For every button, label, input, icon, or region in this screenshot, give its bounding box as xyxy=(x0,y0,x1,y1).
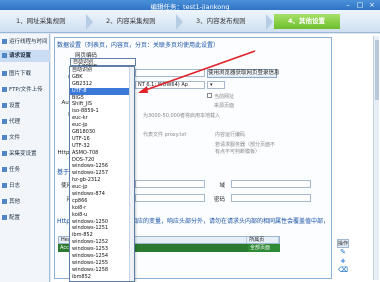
encoding-option[interactable]: GB18030 xyxy=(70,129,134,136)
sidebar-item-other[interactable]: 其他 xyxy=(0,196,50,208)
encoding-option[interactable]: windows-1258 xyxy=(70,267,134,274)
main-scrollbar[interactable] xyxy=(373,36,379,280)
encoding-option[interactable]: 自动识别 xyxy=(70,67,134,74)
maximize-icon[interactable]: □ xyxy=(354,0,366,10)
encoding-option[interactable]: windows-1255 xyxy=(70,260,134,267)
wizard-steps: 1、网址采集规则 2、内容采集规则 3、内容发布规则 4、其他设置 xyxy=(0,10,380,33)
encoding-option[interactable]: windows-1252 xyxy=(70,239,134,246)
log-icon xyxy=(2,183,7,188)
proxy-encoding-note: 内容运行编码 xyxy=(215,132,246,138)
chunk-note: 为3000-50,000者将启用本地载入 xyxy=(143,113,221,119)
settings-sidebar: 运行线程与时间 请求设置 图片下载 FTP/文件上传 设置 代理 文件 采集变设… xyxy=(0,34,50,282)
encoding-option[interactable]: ibm-852 xyxy=(70,232,134,239)
encoding-option[interactable]: cp866 xyxy=(70,198,134,205)
password-input[interactable] xyxy=(231,194,311,202)
sidebar-item-threads[interactable]: 运行线程与时间 xyxy=(0,36,50,48)
table-ops: 操作 ✎ + ⌫ xyxy=(337,239,349,275)
encoding-option[interactable]: hz-gb-2312 xyxy=(70,177,134,184)
file-icon xyxy=(2,135,7,140)
step-publish-rules[interactable]: 3、内容发布规则 xyxy=(182,14,266,29)
encoding-option[interactable]: windows-1251 xyxy=(70,225,134,232)
delete-icon[interactable]: ⌫ xyxy=(337,266,349,275)
referer-current-note: 当前网址 xyxy=(214,94,235,100)
domain-input[interactable] xyxy=(231,180,311,188)
sidebar-item-collect[interactable]: 采集变设置 xyxy=(0,148,50,160)
browser-cookie-button[interactable]: 使用浏览器获取网页登录信息 xyxy=(207,69,280,78)
sidebar-item-task[interactable]: 任务 xyxy=(0,164,50,176)
sidebar-item-log[interactable]: 日志 xyxy=(0,180,50,192)
encoding-option[interactable]: windows-1253 xyxy=(70,246,134,253)
encoding-option[interactable]: GB2312 xyxy=(70,81,134,88)
encoding-option[interactable]: UTF-32 xyxy=(70,143,134,150)
cookie-input[interactable] xyxy=(135,69,205,77)
ops-header: 操作 xyxy=(337,239,349,248)
encoding-option[interactable]: windows-874 xyxy=(70,191,134,198)
dropdown-scrollbar[interactable] xyxy=(129,67,134,281)
encoding-option[interactable]: Shift_JIS xyxy=(70,101,134,108)
section-title: 数据设置（列表页，内容页，分页：关联多页均使用此设置） xyxy=(57,42,220,49)
clock-icon xyxy=(2,39,7,44)
sidebar-item-file[interactable]: 文件 xyxy=(0,132,50,144)
encoding-option[interactable]: iso-8859-1 xyxy=(70,108,134,115)
encoding-option[interactable]: DOS-720 xyxy=(70,157,134,164)
config-icon xyxy=(2,215,7,220)
step-url-rules[interactable]: 1、网址采集规则 xyxy=(2,14,86,29)
task-icon xyxy=(2,167,7,172)
proxy-icon xyxy=(2,119,7,124)
encoding-option[interactable]: UTF-16 xyxy=(70,136,134,143)
encoding-option[interactable]: euc-jp xyxy=(70,122,134,129)
sidebar-item-config[interactable]: 配置 xyxy=(0,212,50,224)
auth-input[interactable] xyxy=(135,180,205,188)
password-label: 密码 xyxy=(213,197,225,203)
encoding-option[interactable]: koi8-r xyxy=(70,205,134,212)
upload-icon xyxy=(2,87,7,92)
encoding-option[interactable]: windows-1257 xyxy=(70,170,134,177)
encoding-option[interactable]: UTF-8 xyxy=(70,87,134,95)
encoding-option[interactable]: BIG5 xyxy=(70,95,134,102)
username-input[interactable] xyxy=(135,194,205,202)
domain-label: 域 xyxy=(219,183,225,189)
encoding-option[interactable]: euc-kr xyxy=(70,115,134,122)
sidebar-item-image-download[interactable]: 图片下载 xyxy=(0,68,50,80)
referer-source-note: 来源页面 xyxy=(214,103,235,109)
collect-icon xyxy=(2,151,7,156)
misc-icon xyxy=(2,199,7,204)
encoding-option[interactable]: windows-1250 xyxy=(70,219,134,226)
minimize-icon[interactable]: – xyxy=(342,0,354,10)
encoding-option[interactable]: koi8-u xyxy=(70,212,134,219)
step-content-rules[interactable]: 2、内容采集规则 xyxy=(92,14,176,29)
globe-icon xyxy=(2,53,7,58)
window-titlebar: 编辑任务：test1-jiankong – □ × xyxy=(0,0,380,11)
referer-checkbox[interactable] xyxy=(207,93,212,98)
add-icon[interactable]: + xyxy=(337,257,349,266)
encoding-dropdown-list[interactable]: 自动识别 GBK GB2312 UTF-8 BIG5 Shift_JIS iso-8859-… xyxy=(69,66,135,282)
sidebar-item-settings[interactable]: 设置 xyxy=(0,100,50,112)
encoding-option[interactable]: ASMO-708 xyxy=(70,150,134,157)
useragent-picker[interactable]: ▾ xyxy=(207,81,225,89)
image-icon xyxy=(2,71,7,76)
step-other-settings[interactable]: 4、其他设置 xyxy=(274,14,340,29)
step-chevron-icon xyxy=(266,14,273,30)
sidebar-item-request[interactable]: 请求设置 xyxy=(0,50,50,62)
row-page: 全部页面 xyxy=(248,244,280,252)
gear-icon xyxy=(2,103,7,108)
sidebar-item-proxy[interactable]: 代理 xyxy=(0,116,50,128)
encoding-option[interactable]: ibm852 xyxy=(70,274,134,281)
cert-note: 若请求服务器（部分页面不 xyxy=(215,142,276,148)
scrollbar-thumb[interactable] xyxy=(375,40,379,100)
cert-note-2: 有点不可判断模板） xyxy=(215,149,261,155)
useragent-input[interactable]: NT 6.1; WOW64) Ap xyxy=(135,81,205,89)
encoding-option[interactable]: windows-1254 xyxy=(70,253,134,260)
sidebar-item-ftp[interactable]: FTP/文件上传 xyxy=(0,84,50,96)
encoding-option[interactable]: euc-jp xyxy=(70,184,134,191)
close-icon[interactable]: × xyxy=(366,0,378,10)
encoding-option[interactable]: windows-1256 xyxy=(70,163,134,170)
proxy-note: 代表文件 proxy.txt xyxy=(143,132,187,138)
edit-icon[interactable]: ✎ xyxy=(337,248,349,257)
encoding-option[interactable]: GBK xyxy=(70,74,134,81)
col-header-page: 所属页 xyxy=(247,237,280,243)
